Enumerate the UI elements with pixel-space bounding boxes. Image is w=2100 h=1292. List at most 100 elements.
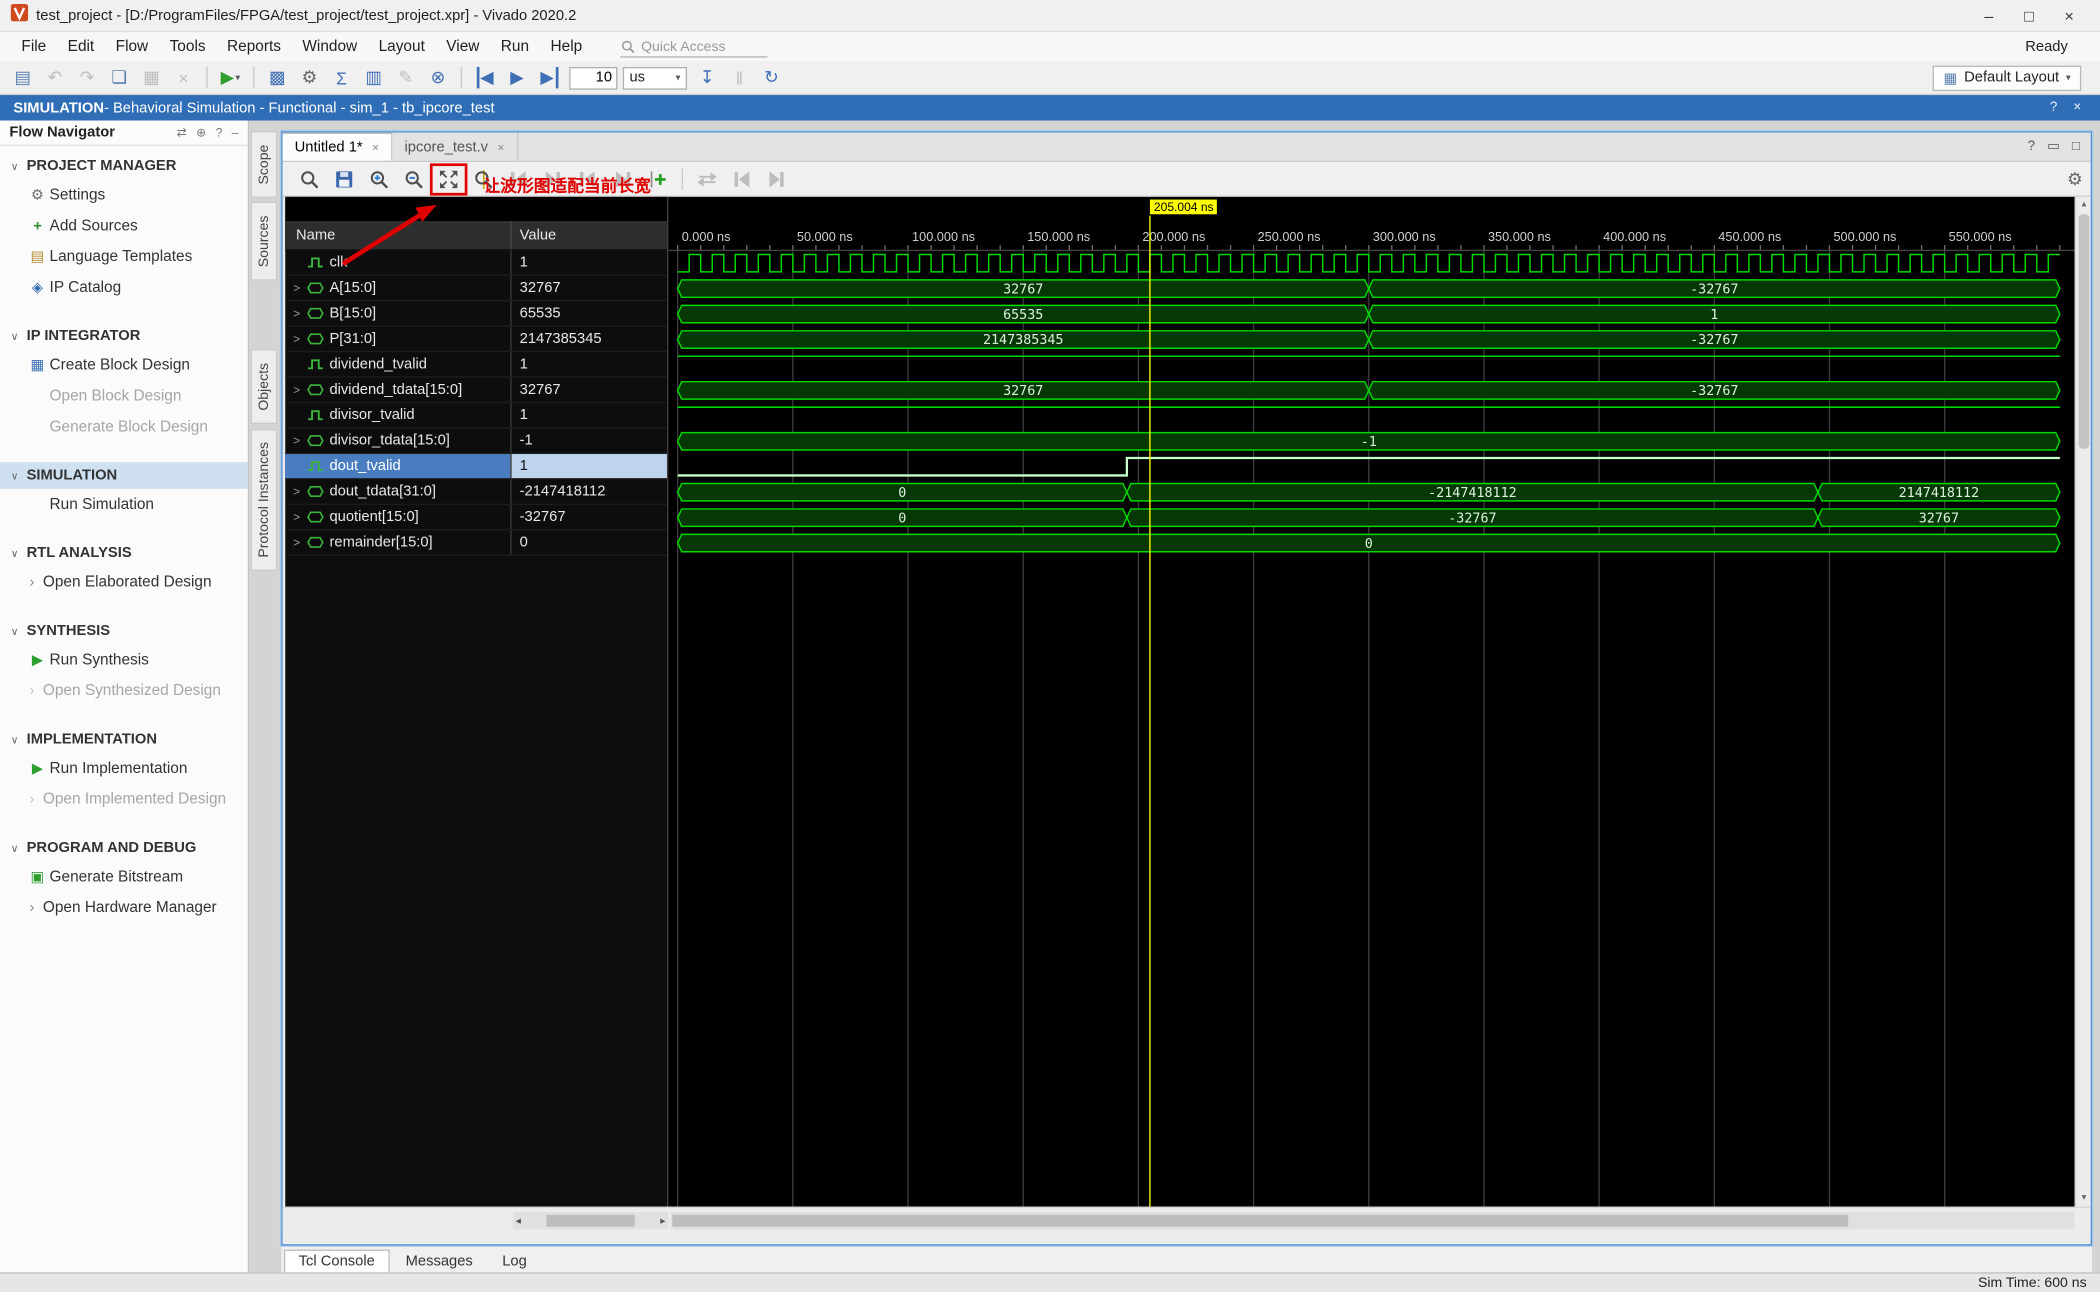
signal-row-dout-tvalid[interactable]: dout_tvalid 1 (285, 454, 667, 480)
signal-row-p-31-0[interactable]: > P[31:0] 2147385345 (285, 326, 667, 353)
signal-name-cell[interactable]: dout_tvalid (285, 454, 511, 479)
expand-arrow-icon[interactable]: > (291, 332, 303, 345)
wave-tab-ipcore-test-v[interactable]: ipcore_test.v × (392, 132, 518, 161)
expand-arrow-icon[interactable]: > (291, 510, 303, 523)
expand-arrow-icon[interactable]: > (291, 383, 303, 396)
signal-name-cell[interactable]: > dout_tdata[31:0] (285, 479, 510, 503)
signal-row-divisor-tvalid[interactable]: divisor_tvalid 1 (285, 403, 667, 429)
side-tab-protocol-instances[interactable]: Protocol Instances (250, 428, 278, 571)
nav-item-run-simulation[interactable]: Run Simulation (0, 489, 248, 520)
nav-item-open-block-design[interactable]: Open Block Design (0, 380, 248, 411)
signal-value-cell[interactable]: -32767 (510, 504, 667, 530)
signal-name-cell[interactable]: clk (285, 250, 510, 274)
signal-row-dividend-tvalid[interactable]: dividend_tvalid 1 (285, 352, 667, 378)
nav-item-open-implemented-design[interactable]: › Open Implemented Design (0, 783, 248, 814)
save-waveform-configuration-button[interactable] (328, 164, 360, 193)
nav-section-header-ip-integrator[interactable]: ∨ IP INTEGRATOR (0, 323, 248, 350)
paste-button[interactable]: ▦ (137, 64, 166, 91)
signal-row-quotient-15-0[interactable]: > quotient[15:0] -32767 (285, 504, 667, 531)
signal-row-divisor-tdata-15-0[interactable]: > divisor_tdata[15:0] -1 (285, 428, 667, 455)
restart-simulation-button[interactable]: ◀ (470, 64, 499, 91)
nav-item-add-sources[interactable]: + Add Sources (0, 210, 248, 241)
runtime-value-input[interactable] (569, 66, 618, 90)
nav-item-run-synthesis[interactable]: ▶ Run Synthesis (0, 644, 248, 675)
signal-row-remainder-15-0[interactable]: > remainder[15:0] 0 (285, 530, 667, 556)
signal-value-cell[interactable]: 0 (510, 530, 667, 555)
wave-tab-untitled-1[interactable]: Untitled 1* × (282, 132, 393, 161)
menu-reports[interactable]: Reports (216, 39, 291, 55)
signal-row-a-15-0[interactable]: > A[15:0] 32767 (285, 275, 667, 302)
expand-arrow-icon[interactable]: > (291, 281, 303, 294)
run-for-time-button[interactable]: ▶ (534, 64, 563, 91)
menu-edit[interactable]: Edit (57, 39, 105, 55)
signal-name-cell[interactable]: > remainder[15:0] (285, 530, 510, 554)
nav-section-header-project-manager[interactable]: ∨ PROJECT MANAGER (0, 153, 248, 180)
wave-vertical-scrollbar[interactable]: ▴ ▾ (2074, 196, 2092, 1207)
nav-item-generate-block-design[interactable]: Generate Block Design (0, 411, 248, 442)
panel-help-icon[interactable]: ? (2028, 139, 2035, 154)
menu-file[interactable]: File (11, 39, 57, 55)
expand-arrow-icon[interactable]: > (291, 536, 303, 549)
signal-name-cell[interactable]: > A[15:0] (285, 276, 510, 300)
nav-item-generate-bitstream[interactable]: ▣ Generate Bitstream (0, 861, 248, 892)
minimize-button[interactable]: – (1969, 6, 2009, 25)
panel-maximize-icon[interactable]: □ (2072, 139, 2080, 154)
bottom-tab-log[interactable]: Log (489, 1251, 540, 1272)
edit-button[interactable]: ✎ (391, 64, 420, 91)
report-button[interactable]: Σ (327, 64, 356, 91)
layout-selector[interactable]: ▦ Default Layout ▾ (1932, 64, 2082, 91)
signal-row-dividend-tdata-15-0[interactable]: > dividend_tdata[15:0] 32767 (285, 377, 667, 404)
run-all-button[interactable]: ▶ (502, 64, 531, 91)
previous-transition-button[interactable] (502, 164, 534, 193)
zoom-fit-button[interactable] (433, 164, 465, 193)
delete-button[interactable]: × (169, 64, 198, 91)
wave-scroll-thumb[interactable] (672, 1214, 1849, 1227)
previous-edge-button[interactable] (726, 164, 758, 193)
signal-name-cell[interactable]: > quotient[15:0] (285, 505, 510, 529)
expand-arrow-icon[interactable]: > (291, 434, 303, 447)
program-device-button[interactable]: ▩ (263, 64, 292, 91)
expand-arrow-icon[interactable]: > (291, 307, 303, 320)
signal-name-cell[interactable]: > divisor_tdata[15:0] (285, 429, 510, 453)
tab-close-icon[interactable]: × (497, 140, 504, 153)
signal-row-b-15-0[interactable]: > B[15:0] 65535 (285, 301, 667, 327)
maximize-button[interactable]: □ (2009, 6, 2049, 25)
nav-item-run-implementation[interactable]: ▶ Run Implementation (0, 753, 248, 784)
undo-button[interactable]: ↶ (40, 64, 69, 91)
menu-tools[interactable]: Tools (159, 39, 216, 55)
expand-arrow-icon[interactable]: > (291, 485, 303, 498)
redo-button[interactable]: ↷ (72, 64, 101, 91)
debug-probes-button[interactable]: ⊗ (423, 64, 452, 91)
nav-item-open-elaborated-design[interactable]: › Open Elaborated Design (0, 567, 248, 598)
bottom-tab-tcl-console[interactable]: Tcl Console (283, 1249, 390, 1273)
zoom-to-cursor-button[interactable] (467, 164, 499, 193)
help-icon[interactable]: ? (216, 125, 223, 140)
nav-item-language-templates[interactable]: ▤ Language Templates (0, 241, 248, 272)
pause-button[interactable]: ‖ (725, 64, 754, 91)
nav-item-open-synthesized-design[interactable]: › Open Synthesized Design (0, 675, 248, 706)
context-close-icon[interactable]: × (2073, 100, 2081, 115)
signal-value-cell[interactable]: 1 (510, 403, 667, 428)
side-tab-scope[interactable]: Scope (250, 131, 278, 198)
side-tab-objects[interactable]: Objects (250, 349, 278, 425)
relaunch-simulation-button[interactable]: ↻ (757, 64, 786, 91)
menu-flow[interactable]: Flow (105, 39, 159, 55)
copy-button[interactable]: ❏ (104, 64, 133, 91)
go-to-start-button[interactable] (572, 164, 604, 193)
scroll-up-icon[interactable]: ▴ (2076, 197, 2092, 213)
signal-value-cell[interactable]: -2147418112 (510, 479, 667, 504)
nav-section-header-synthesis[interactable]: ∨ SYNTHESIS (0, 617, 248, 644)
signal-row-dout-tdata-31-0[interactable]: > dout_tdata[31:0] -2147418112 (285, 479, 667, 505)
swap-cursors-button[interactable] (691, 164, 723, 193)
wave-settings-icon[interactable]: ⚙ (2067, 169, 2083, 190)
nav-section-header-rtl-analysis[interactable]: ∨ RTL ANALYSIS (0, 540, 248, 567)
signal-name-cell[interactable]: > dividend_tdata[15:0] (285, 378, 510, 402)
nav-item-settings[interactable]: ⚙ Settings (0, 179, 248, 210)
signal-value-cell[interactable]: 32767 (510, 275, 667, 301)
close-button[interactable]: × (2049, 6, 2089, 25)
nav-item-create-block-design[interactable]: ▦ Create Block Design (0, 350, 248, 381)
charts-button[interactable]: ▥ (359, 64, 388, 91)
signal-name-cell[interactable]: > B[15:0] (285, 301, 510, 325)
side-tab-sources[interactable]: Sources (250, 201, 278, 281)
add-marker-button[interactable] (642, 164, 674, 193)
